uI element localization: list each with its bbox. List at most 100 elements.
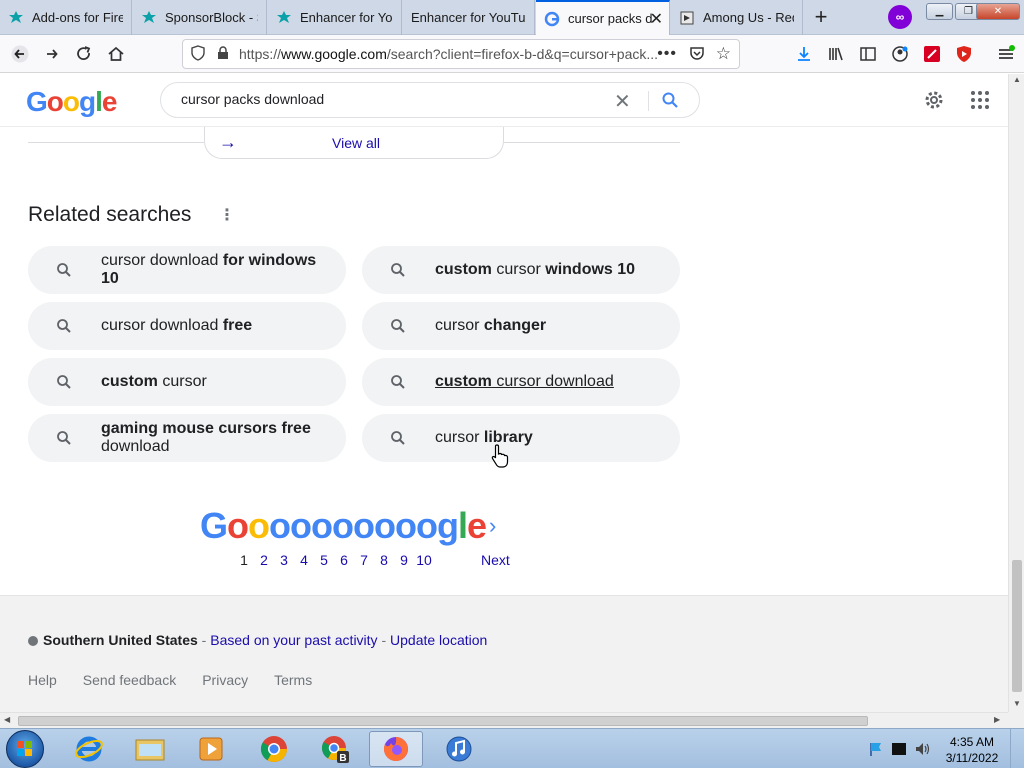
navigation-toolbar: https://www.google.com/search?client=fir… xyxy=(0,35,1024,73)
new-tab-button[interactable]: + xyxy=(808,4,834,30)
back-button[interactable] xyxy=(6,40,34,68)
search-input[interactable] xyxy=(181,91,601,107)
related-search-chip[interactable]: cursor download free xyxy=(28,302,346,350)
page-number-link[interactable]: 2 xyxy=(254,552,274,568)
pagination-logo: Goooooooooogle xyxy=(200,505,487,546)
start-button[interactable] xyxy=(6,730,44,768)
pagination: Goooooooooogle › 1 2 3 4 5 6 7 8 9 10 Next xyxy=(200,505,520,575)
page-number-link[interactable]: 9 xyxy=(394,552,414,568)
downloads-icon[interactable] xyxy=(790,40,818,68)
home-button[interactable] xyxy=(102,40,130,68)
chrome-icon[interactable] xyxy=(247,731,301,767)
forward-button[interactable] xyxy=(38,40,66,68)
vertical-scrollbar[interactable]: ▲ ▼ xyxy=(1008,74,1024,712)
settings-gear-icon[interactable] xyxy=(922,88,946,117)
page-number-link[interactable]: 6 xyxy=(334,552,354,568)
search-icon xyxy=(390,374,406,395)
firefox-icon[interactable] xyxy=(369,731,423,767)
scroll-down-arrow-icon[interactable]: ▼ xyxy=(1013,699,1021,708)
google-logo[interactable]: Google xyxy=(26,86,117,118)
view-all-button[interactable]: → View all xyxy=(204,127,504,159)
related-search-chip[interactable]: gaming mouse cursors free download xyxy=(28,414,346,462)
taskbar-clock[interactable]: 4:35 AM 3/11/2022 xyxy=(940,734,1004,766)
send-feedback-link[interactable]: Send feedback xyxy=(83,672,176,688)
clear-search-icon[interactable]: ✕ xyxy=(614,89,631,114)
puzzle-icon xyxy=(8,10,24,26)
url-bar[interactable]: https://www.google.com/search?client=fir… xyxy=(182,39,740,69)
clock-date: 3/11/2022 xyxy=(945,751,999,765)
related-search-chip[interactable]: custom cursor download xyxy=(362,358,680,406)
pocket-icon[interactable] xyxy=(689,45,705,64)
footer-links: Help Send feedback Privacy Terms xyxy=(28,672,338,688)
search-icon xyxy=(56,430,72,451)
google-apps-icon[interactable] xyxy=(970,90,990,115)
page-actions-menu-icon[interactable]: ••• xyxy=(657,45,677,63)
separator: - xyxy=(377,632,391,648)
related-search-chip[interactable]: custom cursor windows 10 xyxy=(362,246,680,294)
menu-icon[interactable] xyxy=(992,40,1020,68)
library-icon[interactable] xyxy=(822,40,850,68)
scroll-up-arrow-icon[interactable]: ▲ xyxy=(1013,75,1021,84)
related-search-text: cursor download for windows 10 xyxy=(101,252,317,287)
scroll-right-arrow-icon[interactable]: ▶ xyxy=(994,715,1000,724)
update-location-link[interactable]: Update location xyxy=(390,632,487,648)
page-number-link[interactable]: 5 xyxy=(314,552,334,568)
help-link[interactable]: Help xyxy=(28,672,57,688)
itunes-icon[interactable] xyxy=(432,731,486,767)
based-on-activity-link[interactable]: Based on your past activity xyxy=(210,632,377,648)
terms-link[interactable]: Terms xyxy=(274,672,312,688)
action-center-flag-icon[interactable] xyxy=(868,741,884,762)
next-page-link[interactable]: Next xyxy=(481,552,510,568)
related-search-text: custom cursor download xyxy=(435,373,614,390)
page-number-link[interactable]: 10 xyxy=(414,552,434,568)
tab-enhancer[interactable]: Enhancer for You xyxy=(268,0,402,35)
page-number-link[interactable]: 4 xyxy=(294,552,314,568)
horizontal-scroll-thumb[interactable] xyxy=(18,716,868,726)
related-search-chip[interactable]: cursor library xyxy=(362,414,680,462)
tab-sponsorblock[interactable]: SponsorBlock - S xyxy=(133,0,267,35)
page-number-link[interactable]: 7 xyxy=(354,552,374,568)
google-header: Google ✕ xyxy=(0,74,1008,127)
window-close-button[interactable]: ✕ xyxy=(976,3,1020,20)
location-dot-icon xyxy=(28,636,38,647)
page-number-link[interactable]: 3 xyxy=(274,552,294,568)
related-search-chip[interactable]: custom cursor xyxy=(28,358,346,406)
tracking-shield-icon[interactable] xyxy=(191,44,207,64)
vertical-scroll-thumb[interactable] xyxy=(1012,560,1022,692)
close-tab-icon[interactable]: ✕ xyxy=(650,9,663,29)
reload-button[interactable] xyxy=(70,40,98,68)
shield-extension-icon[interactable] xyxy=(950,40,978,68)
display-icon[interactable] xyxy=(891,741,907,762)
url-text[interactable]: https://www.google.com/search?client=fir… xyxy=(239,46,659,62)
more-options-icon[interactable]: ⋮ xyxy=(219,205,235,225)
show-desktop-button[interactable] xyxy=(1010,729,1024,768)
related-search-chip[interactable]: cursor download for windows 10 xyxy=(28,246,346,294)
horizontal-scrollbar[interactable]: ◀ ▶ xyxy=(0,712,1008,728)
scroll-left-arrow-icon[interactable]: ◀ xyxy=(4,715,10,724)
extension-red-icon[interactable] xyxy=(918,40,946,68)
media-player-icon[interactable] xyxy=(184,731,238,767)
lock-icon[interactable] xyxy=(217,45,231,63)
related-search-text: cursor library xyxy=(435,429,533,446)
tab-enhancer-youtube[interactable]: Enhancer for YouTub xyxy=(403,0,535,35)
puzzle-icon xyxy=(276,10,292,26)
chrome-profile-icon[interactable]: B xyxy=(308,731,362,767)
internet-explorer-icon[interactable] xyxy=(62,731,116,767)
sidebar-icon[interactable] xyxy=(854,40,882,68)
private-browsing-icon: ∞ xyxy=(888,5,912,29)
file-explorer-icon[interactable] xyxy=(123,731,177,767)
tab-cursor-packs[interactable]: cursor packs d ✕ xyxy=(536,0,670,35)
chevron-right-icon[interactable]: › xyxy=(489,513,496,539)
minimize-button[interactable]: ▁ xyxy=(926,3,953,20)
search-icon[interactable] xyxy=(661,91,679,114)
volume-icon[interactable] xyxy=(914,741,932,762)
bookmark-star-icon[interactable]: ☆ xyxy=(716,44,731,64)
related-search-chip[interactable]: cursor changer xyxy=(362,302,680,350)
privacy-link[interactable]: Privacy xyxy=(202,672,248,688)
page-number-link[interactable]: 8 xyxy=(374,552,394,568)
tab-among-us[interactable]: Among Us - Red xyxy=(671,0,803,35)
account-icon[interactable] xyxy=(886,40,914,68)
search-box[interactable]: ✕ xyxy=(160,82,700,118)
page-icon xyxy=(679,10,695,26)
tab-addons[interactable]: Add-ons for Firef xyxy=(0,0,132,35)
